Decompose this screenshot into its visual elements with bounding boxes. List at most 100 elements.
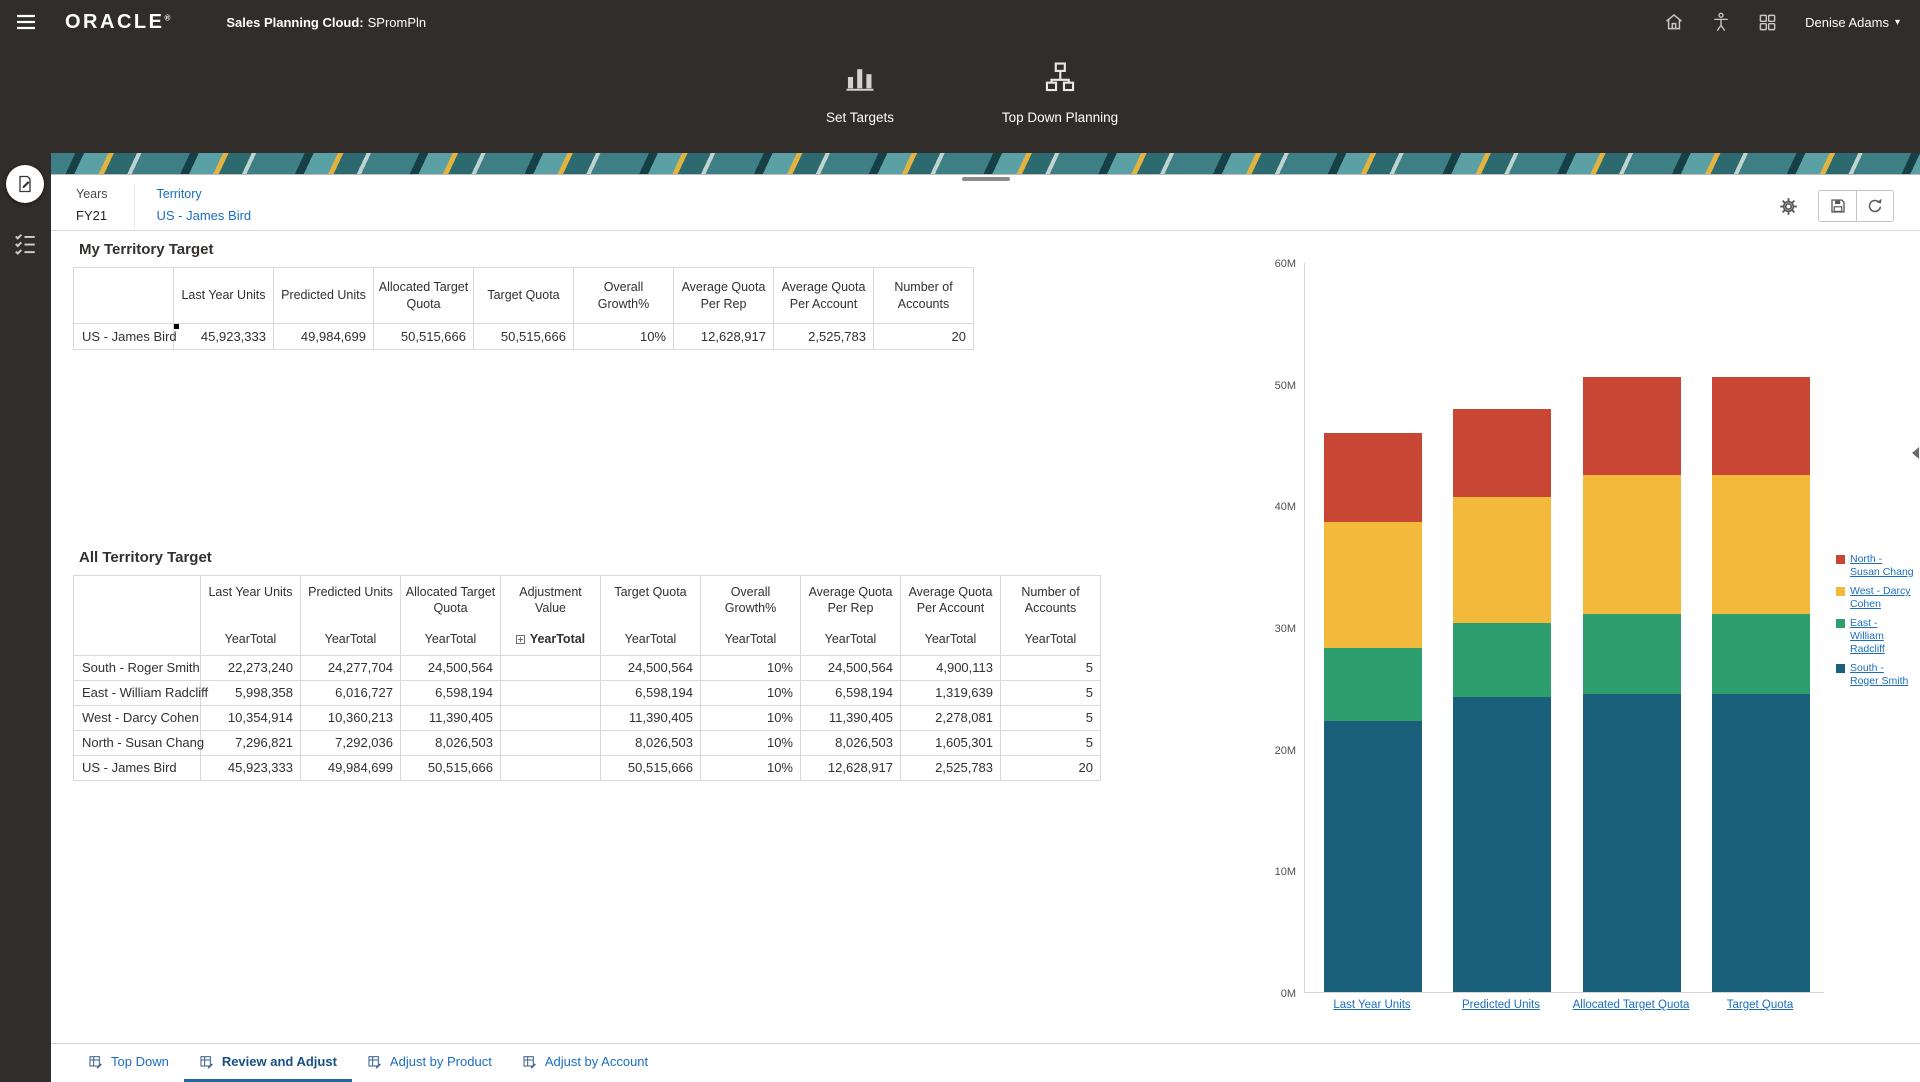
data-cell[interactable]: 2,278,081 — [901, 705, 1001, 730]
corner-header[interactable] — [74, 268, 174, 324]
data-cell[interactable]: 12,628,917 — [674, 324, 774, 350]
row-header[interactable]: North - Susan Chang — [74, 730, 201, 755]
column-header[interactable]: Number of Accounts — [1001, 576, 1101, 628]
subheader-cell[interactable]: YearTotal — [901, 628, 1001, 656]
data-cell[interactable]: 6,598,194 — [601, 680, 701, 705]
bar-segment[interactable] — [1324, 433, 1422, 522]
pov-territory-value[interactable]: US - James Bird — [157, 208, 252, 223]
data-cell[interactable]: 11,390,405 — [601, 705, 701, 730]
data-cell[interactable]: 50,515,666 — [374, 324, 474, 350]
subheader-cell[interactable]: YearTotal — [701, 628, 801, 656]
legend-label-link[interactable]: South - Roger Smith — [1850, 662, 1914, 687]
bar-segment[interactable] — [1712, 475, 1810, 614]
data-cell[interactable]: 49,984,699 — [301, 755, 401, 780]
home-icon[interactable] — [1664, 12, 1684, 32]
tab-top-down[interactable]: Top Down — [73, 1044, 184, 1082]
data-cell[interactable]: 5,998,358 — [201, 680, 301, 705]
data-cell[interactable]: 10,360,213 — [301, 705, 401, 730]
collapse-panel-arrow-icon[interactable] — [1912, 447, 1919, 459]
bar-segment[interactable] — [1453, 697, 1551, 992]
column-header[interactable]: Target Quota — [474, 268, 574, 324]
data-cell[interactable]: 10% — [574, 324, 674, 350]
data-cell[interactable]: 7,296,821 — [201, 730, 301, 755]
data-cell[interactable]: 10,354,914 — [201, 705, 301, 730]
subheader-cell[interactable]: YearTotal — [301, 628, 401, 656]
x-axis-label-link[interactable]: Target Quota — [1680, 999, 1840, 1011]
data-cell[interactable]: 24,500,564 — [801, 655, 901, 680]
pov-territory-label[interactable]: Territory — [157, 187, 252, 201]
column-header[interactable]: Average Quota Per Rep — [674, 268, 774, 324]
data-cell[interactable]: 1,319,639 — [901, 680, 1001, 705]
data-cell[interactable] — [501, 680, 601, 705]
pov-years-value[interactable]: FY21 — [76, 208, 108, 223]
data-cell[interactable]: 8,026,503 — [401, 730, 501, 755]
column-header[interactable]: Average Quota Per Account — [901, 576, 1001, 628]
data-cell[interactable]: 10% — [701, 705, 801, 730]
user-menu[interactable]: Denise Adams ▾ — [1805, 15, 1900, 30]
accessibility-person-icon[interactable] — [1712, 12, 1730, 32]
row-header[interactable]: East - William Radcliff — [74, 680, 201, 705]
data-cell[interactable]: 24,277,704 — [301, 655, 401, 680]
subheader-cell[interactable]: YearTotal — [201, 628, 301, 656]
data-cell[interactable]: 8,026,503 — [601, 730, 701, 755]
data-cell[interactable]: 6,598,194 — [401, 680, 501, 705]
tab-adjust-by-product[interactable]: Adjust by Product — [352, 1044, 507, 1082]
data-cell[interactable]: 5 — [1001, 705, 1101, 730]
subheader-cell[interactable]: YearTotal — [1001, 628, 1101, 656]
subheader-cell[interactable]: YearTotal — [401, 628, 501, 656]
data-cell[interactable]: 10% — [701, 655, 801, 680]
subheader-cell[interactable]: YearTotal — [601, 628, 701, 656]
data-cell[interactable]: 50,515,666 — [474, 324, 574, 350]
subheader-cell[interactable]: YearTotal — [801, 628, 901, 656]
bar-segment[interactable] — [1712, 377, 1810, 475]
column-header[interactable]: Allocated Target Quota — [374, 268, 474, 324]
apps-grid-icon[interactable] — [1758, 13, 1777, 32]
bar-segment[interactable] — [1453, 623, 1551, 696]
bar-segment[interactable] — [1324, 522, 1422, 648]
data-cell[interactable] — [501, 655, 601, 680]
data-cell[interactable]: 2,525,783 — [901, 755, 1001, 780]
subheader-cell[interactable]: YearTotal — [501, 628, 601, 656]
data-cell[interactable]: 6,598,194 — [801, 680, 901, 705]
bar-segment[interactable] — [1712, 694, 1810, 992]
nav-item-top-down-planning[interactable]: Top Down Planning — [985, 60, 1135, 153]
data-cell[interactable]: 50,515,666 — [601, 755, 701, 780]
data-cell[interactable] — [501, 755, 601, 780]
column-header[interactable]: Predicted Units — [274, 268, 374, 324]
legend-label-link[interactable]: East - William Radcliff — [1850, 617, 1914, 655]
nav-item-set-targets[interactable]: Set Targets — [785, 60, 935, 153]
approval-task-icon[interactable] — [6, 165, 44, 203]
hamburger-menu-icon[interactable] — [0, 0, 51, 44]
bar-segment[interactable] — [1583, 377, 1681, 475]
data-cell[interactable]: 10% — [701, 755, 801, 780]
data-cell[interactable] — [501, 705, 601, 730]
expand-icon[interactable] — [516, 635, 525, 644]
column-header[interactable]: Last Year Units — [201, 576, 301, 628]
column-header[interactable]: Overall Growth% — [701, 576, 801, 628]
bar-segment[interactable] — [1453, 409, 1551, 498]
row-header[interactable]: US - James Bird — [74, 755, 201, 780]
column-header[interactable]: Average Quota Per Rep — [801, 576, 901, 628]
column-header[interactable]: Allocated Target Quota — [401, 576, 501, 628]
save-icon[interactable] — [1819, 191, 1856, 221]
task-list-icon[interactable] — [12, 231, 38, 262]
tab-review-and-adjust[interactable]: Review and Adjust — [184, 1044, 352, 1082]
bar-segment[interactable] — [1324, 648, 1422, 721]
refresh-icon[interactable] — [1856, 191, 1893, 221]
row-header[interactable]: South - Roger Smith — [74, 655, 201, 680]
column-header[interactable]: Adjustment Value — [501, 576, 601, 628]
data-cell[interactable]: 50,515,666 — [401, 755, 501, 780]
bar-segment[interactable] — [1324, 721, 1422, 992]
legend-label-link[interactable]: North - Susan Chang — [1850, 553, 1914, 578]
column-header[interactable]: Last Year Units — [174, 268, 274, 324]
bar-segment[interactable] — [1712, 614, 1810, 694]
data-cell[interactable]: 1,605,301 — [901, 730, 1001, 755]
column-header[interactable]: Average Quota Per Account — [774, 268, 874, 324]
settings-gear-icon[interactable] — [1779, 197, 1798, 216]
data-cell[interactable]: 11,390,405 — [401, 705, 501, 730]
corner-header[interactable] — [74, 576, 201, 656]
data-cell[interactable]: 6,016,727 — [301, 680, 401, 705]
bar-segment[interactable] — [1453, 497, 1551, 623]
row-header[interactable]: US - James Bird — [74, 324, 174, 350]
column-header[interactable]: Overall Growth% — [574, 268, 674, 324]
